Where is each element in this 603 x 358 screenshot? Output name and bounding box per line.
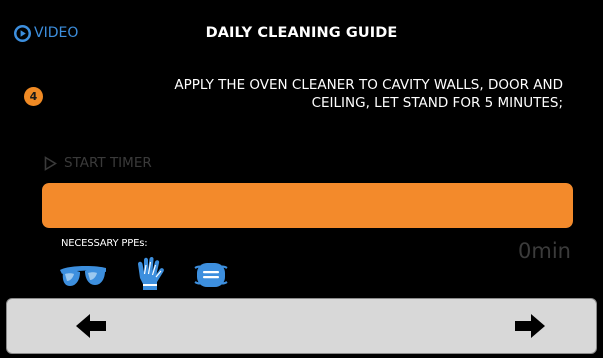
play-outline-icon xyxy=(44,155,57,171)
next-step-button[interactable] xyxy=(510,312,550,340)
page-title: DAILY CLEANING GUIDE xyxy=(205,25,398,41)
start-timer-button[interactable]: START TIMER xyxy=(44,155,152,171)
previous-step-button[interactable] xyxy=(71,312,111,340)
arrow-left-icon xyxy=(76,314,106,338)
gloves-icon xyxy=(138,256,164,290)
timer-progress-fill xyxy=(42,183,573,228)
instruction-line-2: CEILING, LET STAND FOR 5 MINUTES; xyxy=(311,95,563,111)
safety-goggles-icon xyxy=(60,265,106,286)
timer-progress-bar xyxy=(42,183,573,228)
navigation-bar xyxy=(6,298,597,354)
step-instruction: APPLY THE OVEN CLEANER TO CAVITY WALLS, … xyxy=(43,76,563,112)
ppe-label: NECESSARY PPEs: xyxy=(61,238,148,249)
step-number-badge: 4 xyxy=(24,87,43,106)
start-timer-label: START TIMER xyxy=(64,155,152,171)
screen: VIDEO DAILY CLEANING GUIDE 4 APPLY THE O… xyxy=(0,0,603,358)
mask-icon xyxy=(194,263,228,287)
timer-value: 0min xyxy=(518,239,571,263)
instruction-line-1: APPLY THE OVEN CLEANER TO CAVITY WALLS, … xyxy=(174,77,563,93)
arrow-right-icon xyxy=(515,314,545,338)
